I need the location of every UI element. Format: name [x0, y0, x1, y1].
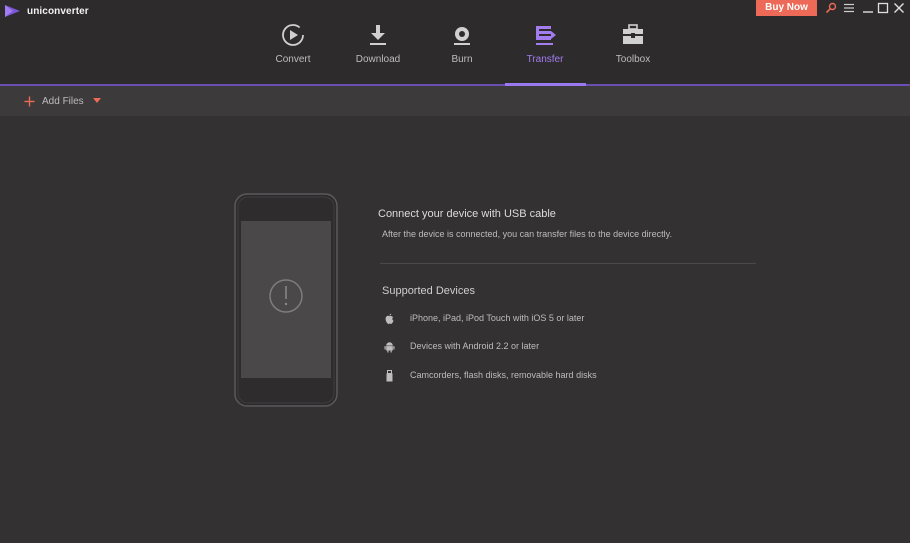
device-text-android: Devices with Android 2.2 or later	[410, 341, 540, 351]
device-item-storage: Camcorders, flash disks, removable hard …	[384, 369, 597, 383]
app-brand: uniconverter	[4, 3, 89, 19]
tab-convert-label: Convert	[275, 54, 311, 65]
app-name: uniconverter	[27, 5, 89, 17]
maximize-icon[interactable]	[877, 2, 889, 14]
device-item-ios: iPhone, iPad, iPod Touch with iOS 5 or l…	[384, 312, 584, 326]
close-icon[interactable]	[893, 2, 905, 14]
menu-icon[interactable]	[843, 2, 855, 14]
device-text-storage: Camcorders, flash disks, removable hard …	[410, 370, 597, 380]
app-logo-icon	[5, 5, 20, 17]
burn-icon	[454, 27, 470, 45]
search-icon[interactable]	[825, 2, 837, 14]
tab-download[interactable]: Download	[338, 20, 418, 80]
toolbar: Add Files	[0, 86, 910, 116]
tab-burn-label: Burn	[451, 54, 473, 65]
device-text-ios: iPhone, iPad, iPod Touch with iOS 5 or l…	[410, 313, 585, 323]
title-bar: uniconverter Buy Now Convert Download Bu…	[0, 0, 910, 86]
usb-drive-icon	[386, 370, 393, 382]
connect-title: Connect your device with USB cable	[378, 208, 556, 220]
tab-transfer[interactable]: Transfer	[505, 20, 585, 80]
tab-transfer-label: Transfer	[526, 54, 564, 65]
convert-icon	[282, 24, 304, 46]
apple-icon	[385, 313, 394, 324]
phone-illustration	[234, 193, 338, 407]
connect-description: After the device is connected, you can t…	[382, 229, 672, 239]
plus-icon	[24, 96, 35, 106]
add-files-button[interactable]: Add Files	[24, 94, 101, 108]
supported-devices-title: Supported Devices	[382, 285, 475, 297]
download-icon	[370, 25, 386, 45]
buy-now-button[interactable]: Buy Now	[756, 0, 817, 16]
toolbox-icon	[623, 24, 643, 44]
device-item-android: Devices with Android 2.2 or later	[384, 340, 539, 354]
transfer-icon	[536, 26, 556, 45]
chevron-down-icon[interactable]	[92, 98, 101, 104]
tab-toolbox-label: Toolbox	[615, 54, 651, 65]
tab-toolbox[interactable]: Toolbox	[593, 20, 673, 80]
minimize-icon[interactable]	[862, 2, 874, 14]
tab-convert[interactable]: Convert	[253, 20, 333, 80]
section-divider	[380, 263, 756, 264]
android-icon	[384, 342, 395, 353]
add-files-label: Add Files	[42, 95, 84, 107]
tab-burn[interactable]: Burn	[422, 20, 502, 80]
tab-download-label: Download	[355, 54, 401, 65]
